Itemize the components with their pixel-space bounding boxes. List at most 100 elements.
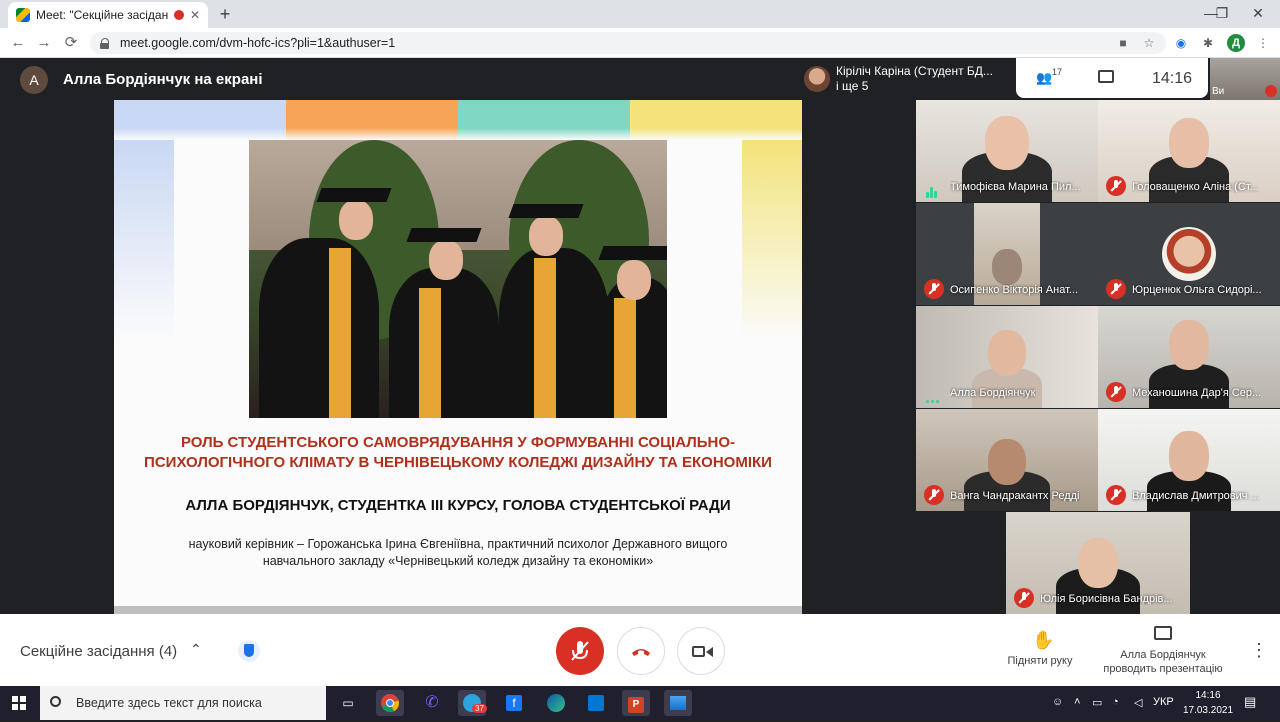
viber-icon[interactable]: ✆ <box>418 690 446 716</box>
chat-icon[interactable] <box>1098 70 1114 83</box>
participant-tile[interactable]: Головащенко Аліна (Ст... <box>1098 100 1280 202</box>
participant-tile[interactable]: Тимофієва Марина Пил... <box>916 100 1098 202</box>
mic-off-icon <box>1106 485 1126 505</box>
url-text[interactable]: meet.google.com/dvm-hofc-ics?pli=1&authu… <box>120 36 395 50</box>
participant-name: Головащенко Аліна (Ст... <box>1132 181 1259 193</box>
slide-stripe <box>630 100 802 140</box>
meeting-clock: 14:16 <box>1152 70 1193 87</box>
self-mic-off-icon <box>1265 85 1277 97</box>
new-tab-button[interactable]: + <box>214 4 236 24</box>
lock-icon[interactable] <box>100 37 110 49</box>
speaker-more: і ще 5 <box>836 79 869 93</box>
slide-bottom-bar <box>114 606 802 614</box>
mic-off-icon <box>1106 279 1126 299</box>
bookmark-star-icon[interactable]: ☆ <box>1140 34 1158 52</box>
participant-tile[interactable]: Алла Бордіянчук <box>916 306 1098 408</box>
participant-tile[interactable]: Ванга Чандракантх Редді <box>916 409 1098 511</box>
mic-off-icon <box>924 279 944 299</box>
notifications-icon[interactable]: ▤ <box>1244 694 1256 710</box>
profile-avatar[interactable]: Д <box>1227 34 1245 52</box>
presenting-indicator-icon <box>926 390 942 403</box>
more-options-icon[interactable]: ⋮ <box>1250 640 1268 661</box>
participant-tile[interactable]: Осипенко Вікторія Анат... <box>916 203 1098 305</box>
microphone-toggle-button[interactable] <box>556 627 604 675</box>
slide-title-line2: ПСИХОЛОГІЧНОГО КЛІМАТУ В ЧЕРНІВЕЦЬКОМУ К… <box>144 454 772 471</box>
participant-name: Тимофієва Марина Пил... <box>950 181 1081 193</box>
participant-tile[interactable]: Юлія Борисівна Бандрів... <box>1006 512 1190 614</box>
browser-menu-icon[interactable]: ⋮ <box>1254 34 1272 52</box>
tray-chevron-icon[interactable]: ˄ <box>1074 696 1080 708</box>
presentation-slide: РОЛЬ СТУДЕНТСЬКОГО САМОВРЯДУВАННЯ У ФОРМ… <box>114 100 802 614</box>
recording-indicator-icon <box>173 10 184 20</box>
hang-up-icon <box>632 649 650 656</box>
language-indicator[interactable]: УКР <box>1153 696 1174 708</box>
camera-icon <box>692 646 705 657</box>
camera-permission-icon[interactable]: ■ <box>1114 34 1132 52</box>
participant-name: Осипенко Вікторія Анат... <box>950 284 1079 296</box>
slide-title: РОЛЬ СТУДЕНТСЬКОГО САМОВРЯДУВАННЯ У ФОРМ… <box>114 433 802 473</box>
system-clock[interactable]: 14:16 17.03.2021 <box>1180 688 1236 718</box>
presenting-name: Алла Бордіянчук <box>1120 649 1206 661</box>
slide-author: АЛЛА БОРДІЯНЧУК, СТУДЕНТКА ІІІ КУРСУ, ГО… <box>185 497 731 514</box>
slide-title-line1: РОЛЬ СТУДЕНТСЬКОГО САМОВРЯДУВАННЯ У ФОРМ… <box>180 434 736 451</box>
browser-tab-meet[interactable]: Meet: "Секційне засідання ( ✕ <box>8 2 208 28</box>
tab-close-icon[interactable]: ✕ <box>190 8 200 22</box>
slide-stripe <box>114 100 286 140</box>
facebook-icon[interactable]: f <box>500 690 528 716</box>
volume-icon[interactable]: ◁ <box>1134 696 1142 709</box>
taskbar-date: 17.03.2021 <box>1182 705 1234 716</box>
raise-hand-icon[interactable]: ✋ <box>1032 630 1054 651</box>
windows-start-icon[interactable] <box>12 696 26 710</box>
people-icon[interactable]: 👥 <box>1036 70 1052 86</box>
slide-stripe <box>286 100 458 140</box>
reload-button[interactable]: ⟳ <box>61 33 81 53</box>
search-icon <box>50 696 61 707</box>
photos-icon[interactable] <box>664 690 692 716</box>
slide-advisor: науковий керівник – Горожанська Ірина Єв… <box>114 536 802 570</box>
tray-people-icon[interactable]: ☺ <box>1052 696 1063 708</box>
slide-stripe <box>458 100 630 140</box>
slide-decor <box>742 140 802 340</box>
host-controls-shield-icon[interactable] <box>238 640 260 662</box>
tab-title: Meet: "Секційне засідання ( <box>36 8 168 22</box>
participant-tile[interactable]: Владислав Дмитрович ... <box>1098 409 1280 511</box>
chrome-taskbar-icon[interactable] <box>376 690 404 716</box>
presenting-status[interactable]: Алла Бордіянчук проводить презентацію <box>1090 648 1236 676</box>
battery-icon[interactable]: ▭ <box>1092 696 1102 709</box>
edge-icon[interactable] <box>542 690 570 716</box>
camera-lens-icon <box>706 647 713 657</box>
participant-avatar <box>1162 227 1216 281</box>
chevron-up-icon[interactable]: ⌃ <box>190 641 202 658</box>
taskbar-search-box[interactable]: Введите здесь текст для поиска <box>40 686 326 720</box>
presenter-title: Алла Бордіянчук на екрані <box>63 71 263 88</box>
mic-off-icon <box>924 485 944 505</box>
leave-call-button[interactable] <box>617 627 665 675</box>
slide-advisor-line1: науковий керівник – Горожанська Ірина Єв… <box>188 537 728 551</box>
powerpoint-icon[interactable]: P <box>622 690 650 716</box>
store-icon[interactable] <box>582 690 610 716</box>
participant-name: Механошина Дар'я Сер... <box>1132 387 1262 399</box>
participant-name: Владислав Дмитрович ... <box>1132 490 1260 502</box>
active-speakers[interactable]: Кіріліч Каріна (Студент БД... і ще 5 <box>836 64 1006 94</box>
forward-button[interactable]: → <box>34 33 54 53</box>
task-view-icon[interactable]: ▭ <box>334 690 362 716</box>
participant-name: Юлія Борисівна Бандрів... <box>1040 593 1173 605</box>
participant-tile[interactable]: Юрценюк Ольга Сидорі... <box>1098 203 1280 305</box>
graduates-photo <box>249 140 667 418</box>
camera-toggle-button[interactable] <box>677 627 725 675</box>
slide-decor <box>114 140 174 340</box>
mic-off-icon <box>1106 176 1126 196</box>
address-bar[interactable]: meet.google.com/dvm-hofc-ics?pli=1&authu… <box>90 32 1166 54</box>
present-now-icon[interactable] <box>1154 626 1172 640</box>
meeting-details-button[interactable]: Секційне засідання (4) <box>20 643 177 660</box>
presenting-text: проводить презентацію <box>1103 663 1223 675</box>
extensions-puzzle-icon[interactable]: ✱ <box>1199 34 1217 52</box>
back-button[interactable]: ← <box>8 33 28 53</box>
wifi-icon[interactable]: ◔ <box>1112 696 1119 708</box>
presenter-avatar: А <box>20 66 48 94</box>
raise-hand-button[interactable]: Підняти руку <box>1000 655 1080 667</box>
participant-tile[interactable]: Механошина Дар'я Сер... <box>1098 306 1280 408</box>
mic-off-icon <box>1014 588 1034 608</box>
extension-icon[interactable]: ◉ <box>1172 34 1190 52</box>
close-window-button[interactable]: ✕ <box>1236 0 1280 28</box>
